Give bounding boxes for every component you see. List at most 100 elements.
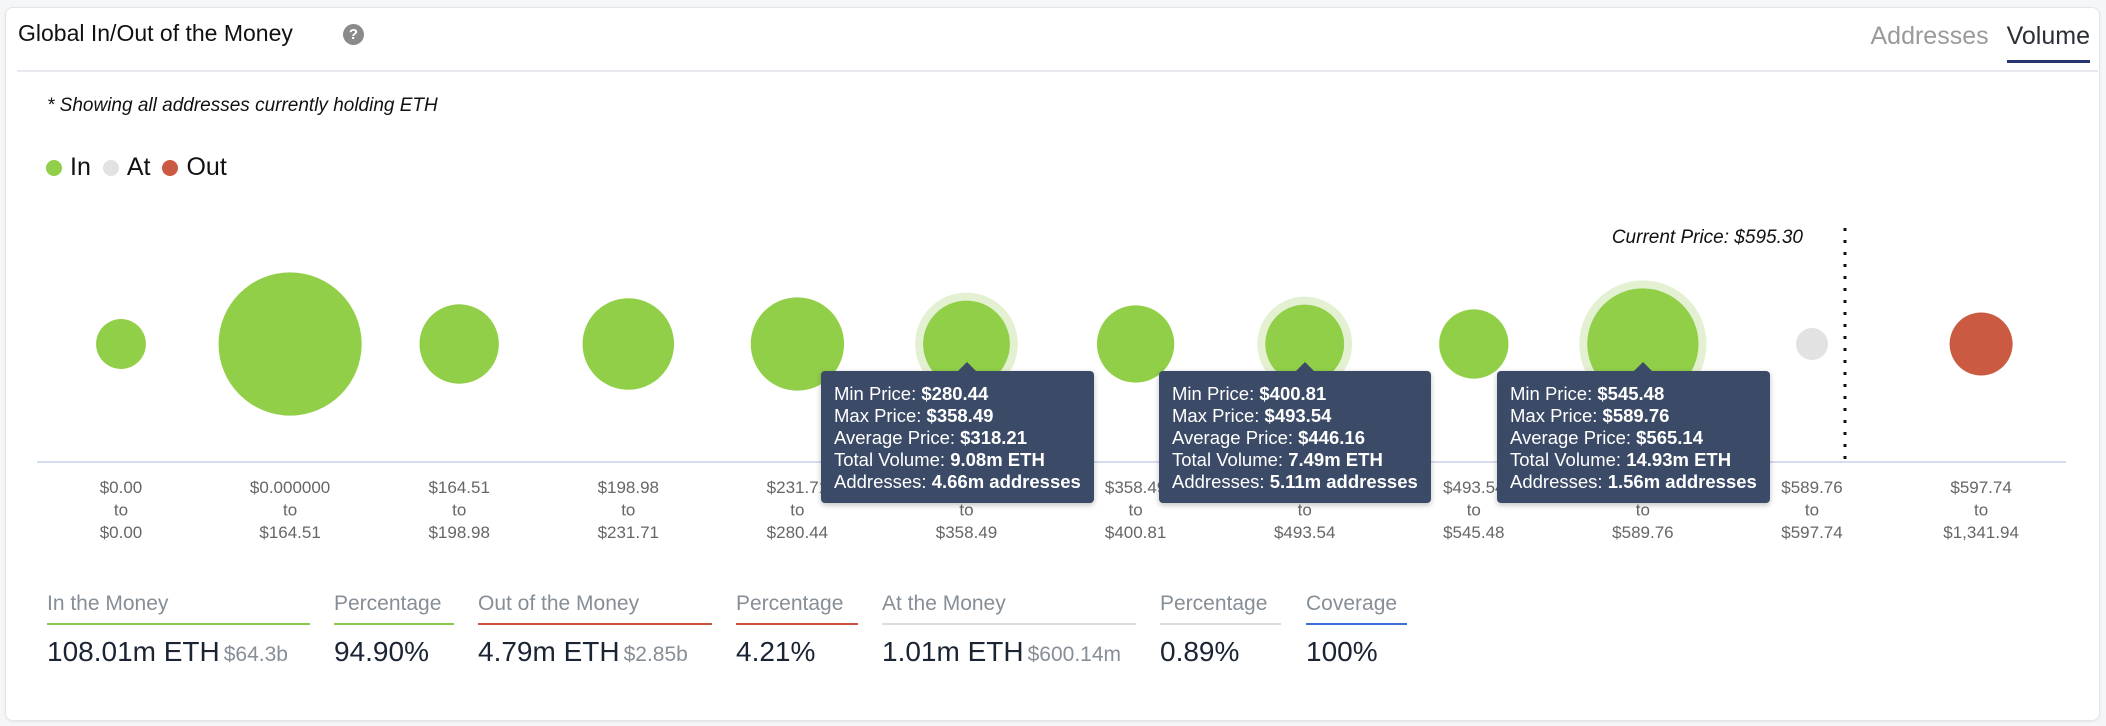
x-tick-label-to-value: $231.71 [598,523,659,542]
tooltip-row-min-price: Min Price: $545.48 [1510,383,1757,405]
bubble-in[interactable] [1439,309,1509,379]
x-tick-label-from: $0.00 [100,478,143,497]
x-tick-label-to-value: $1,341.94 [1943,523,2019,542]
tooltip-value: $493.54 [1264,405,1332,426]
stat-in-percentage: Percentage 94.90% [334,590,454,668]
stat-rule [736,623,858,625]
stat-rule [334,623,454,625]
tooltip-value: $589.76 [1602,405,1670,426]
bubble-tooltip: Min Price: $400.81 Max Price: $493.54 Aver… [1159,371,1431,503]
bubble-tooltip: Min Price: $280.44 Max Price: $358.49 Aver… [821,371,1094,503]
x-tick-label-to: to [790,501,804,520]
bubble-in[interactable] [96,319,146,369]
stat-rule [47,623,310,625]
stat-value: 94.90% [334,636,429,667]
x-tick-label-to-value: $597.74 [1781,523,1842,542]
x-tick-label-to: to [1467,501,1481,520]
tooltip-label: Average Price: [1510,427,1637,448]
tooltip-row-avg-price: Average Price: $318.21 [834,427,1081,449]
tooltip-label: Average Price: [1172,427,1299,448]
stat-rule [1306,623,1407,625]
x-tick-label-to-value: $280.44 [767,523,828,542]
x-tick-label-from: $493.54 [1443,478,1504,497]
x-tick-label-from: $231.71 [767,478,828,497]
x-tick-label-to-value: $589.76 [1612,523,1673,542]
stat-label: At the Money [882,592,1006,615]
stat-value: 108.01m ETH $64.3b [47,636,288,667]
stat-at-percentage: Percentage 0.89% [1160,590,1281,668]
tooltip-value: $565.14 [1636,427,1704,448]
tooltip-row-addresses: Addresses: 1.56m addresses [1510,471,1757,493]
x-tick-label-to-value: $493.54 [1274,523,1335,542]
tooltip-row-total-volume: Total Volume: 7.49m ETH [1172,449,1418,471]
x-tick-label-to: to [959,501,973,520]
tooltip-row-total-volume: Total Volume: 14.93m ETH [1510,449,1757,471]
bubble-out[interactable] [1949,312,2013,376]
stat-in-the-money: In the Money 108.01m ETH $64.3b [47,590,310,668]
stat-out-percentage: Percentage 4.21% [736,590,858,668]
tooltip-label: Min Price: [1172,383,1260,404]
tooltip-value: $400.81 [1259,383,1327,404]
tooltip-row-max-price: Max Price: $493.54 [1172,405,1418,427]
tooltip-row-avg-price: Average Price: $446.16 [1172,427,1418,449]
tooltip-value: $545.48 [1597,383,1665,404]
bubble-in[interactable] [218,272,362,416]
stat-label: In the Money [47,592,169,615]
tooltip-row-max-price: Max Price: $358.49 [834,405,1081,427]
x-tick-label-to-value: $400.81 [1105,523,1166,542]
tooltip-value: 5.11m addresses [1269,471,1418,492]
tooltip-value: 1.56m addresses [1607,471,1757,492]
bubble-tooltip: Min Price: $545.48 Max Price: $589.76 Aver… [1497,371,1770,503]
stat-label: Out of the Money [478,592,640,615]
x-tick-label-from: $358.49 [1105,478,1166,497]
tooltip-label: Max Price: [834,405,927,426]
bubble-in[interactable] [582,298,675,390]
stat-rule [1160,623,1281,625]
tooltip-value: 9.08m ETH [950,449,1045,470]
x-tick-label-to: to [621,501,635,520]
tooltip-label: Max Price: [1172,405,1265,426]
tooltip-label: Max Price: [1510,405,1603,426]
stat-usd-value: $600.14m [1027,643,1122,666]
tooltip-value: $446.16 [1298,427,1366,448]
x-tick-label-to-value: $198.98 [428,523,489,542]
stat-label: Percentage [1160,592,1268,615]
tooltip-label: Total Volume: [834,449,951,470]
stat-coverage: Coverage 100% [1306,590,1407,668]
tooltip-value: 14.93m ETH [1626,449,1732,470]
x-tick-label-to: to [283,501,297,520]
tooltip-label: Addresses: [1510,471,1608,492]
tooltip-label: Total Volume: [1510,449,1627,470]
x-tick-label-to: to [1129,501,1143,520]
tooltip-label: Addresses: [834,471,932,492]
stat-usd-value: $2.85b [623,643,688,666]
stat-out-of-the-money: Out of the Money 4.79m ETH $2.85b [478,590,712,668]
stat-label: Percentage [334,592,442,615]
x-tick-label-to-value: $164.51 [259,523,320,542]
bubble-in[interactable] [419,304,499,384]
tooltip-row-addresses: Addresses: 5.11m addresses [1172,471,1418,493]
stat-rule [882,623,1136,625]
x-tick-label-to-value: $358.49 [936,523,997,542]
tooltip-value: $280.44 [921,383,989,404]
x-tick-label-to: to [1636,501,1650,520]
tooltip-label: Total Volume: [1172,449,1289,470]
x-tick-label-to: to [114,501,128,520]
x-tick-label-to: to [1974,501,1988,520]
stat-usd-value: $64.3b [223,643,288,666]
stat-value: 1.01m ETH $600.14m [882,636,1122,667]
tooltip-label: Addresses: [1172,471,1270,492]
stat-value: 4.79m ETH $2.85b [478,636,688,667]
x-tick-label-to-value: $545.48 [1443,523,1504,542]
tooltip-value: 7.49m ETH [1288,449,1383,470]
bubble-at[interactable] [1796,328,1828,360]
stat-at-the-money: At the Money 1.01m ETH $600.14m [882,590,1136,668]
tooltip-row-min-price: Min Price: $400.81 [1172,383,1418,405]
x-tick-label-from: $597.74 [1950,478,2011,497]
stat-rule [478,623,712,625]
x-tick-label-to: to [452,501,466,520]
stat-label: Percentage [736,592,844,615]
stat-value: 4.21% [736,636,816,667]
x-tick-label-from: $198.98 [598,478,659,497]
current-price-label: Current Price: $595.30 [1612,227,1804,248]
